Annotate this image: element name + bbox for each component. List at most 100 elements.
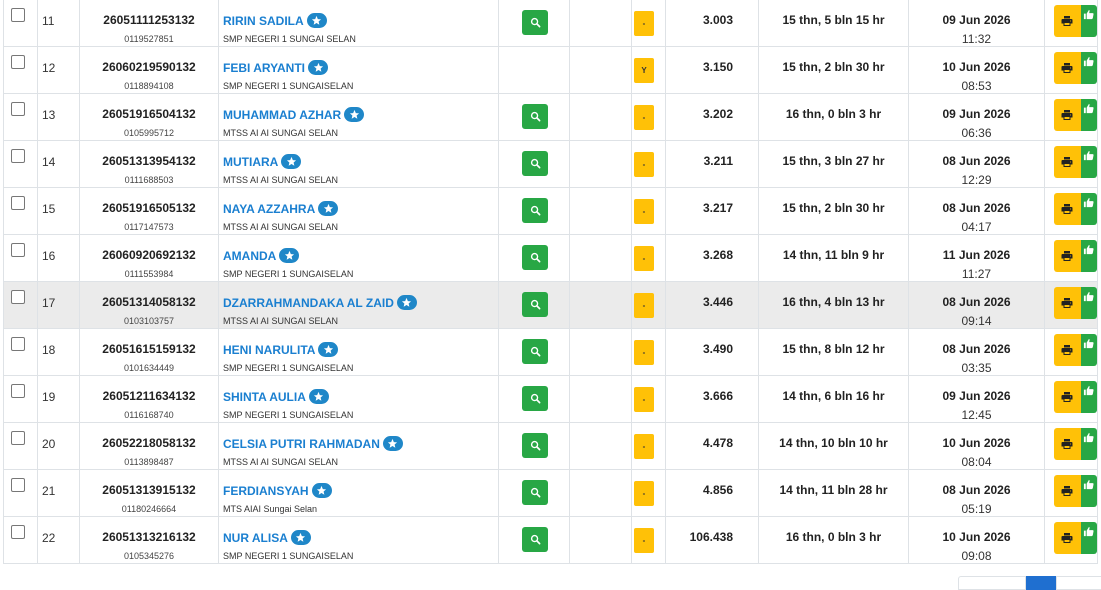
detail-button[interactable] xyxy=(522,292,548,317)
print-button[interactable] xyxy=(1054,334,1081,366)
approve-button[interactable] xyxy=(1080,428,1097,460)
row-checkbox[interactable] xyxy=(11,525,25,539)
row-checkbox[interactable] xyxy=(11,290,25,304)
approve-button[interactable] xyxy=(1080,287,1097,319)
thumbs-up-icon xyxy=(1084,9,1095,20)
name-cell: NAYA AZZAHRA MTSS AI AI SUNGAI SELAN xyxy=(218,187,499,235)
approve-button[interactable] xyxy=(1080,146,1097,178)
print-button[interactable] xyxy=(1054,193,1081,225)
approve-button[interactable] xyxy=(1080,5,1097,37)
registration-time: 06:36 xyxy=(961,126,992,140)
approve-button[interactable] xyxy=(1080,52,1097,84)
student-age: 15 thn, 2 bln 30 hr xyxy=(782,60,885,74)
date-cell: 11 Jun 2026 11:27 xyxy=(908,234,1045,282)
table-row: 13 26051916504132 0105995712 MUHAMMAD AZ… xyxy=(3,93,1098,141)
student-name-link[interactable]: MUTIARA xyxy=(223,155,278,169)
age-cell: 14 thn, 11 bln 28 hr xyxy=(758,469,909,517)
student-name-link[interactable]: DZARRAHMANDAKA AL ZAID xyxy=(223,296,394,310)
registration-number: 26051314058132 xyxy=(102,295,196,309)
student-name-link[interactable]: RIRIN SADILA xyxy=(223,14,304,28)
detail-button[interactable] xyxy=(522,198,548,223)
distance-score: 3.150 xyxy=(702,60,733,74)
row-checkbox[interactable] xyxy=(11,55,25,69)
detail-button[interactable] xyxy=(522,245,548,270)
thumbs-up-icon xyxy=(1084,432,1095,443)
row-checkbox[interactable] xyxy=(11,196,25,210)
student-nisn: 0117147573 xyxy=(124,222,174,232)
row-checkbox[interactable] xyxy=(11,337,25,351)
search-icon xyxy=(530,487,540,498)
nisn-cell: 26052218058132 0113898487 xyxy=(79,422,219,470)
status-badge: - xyxy=(634,199,654,224)
student-name-link[interactable]: HENI NARULITA xyxy=(223,343,315,357)
status-badge: - xyxy=(634,246,654,271)
registration-number: 26060219590132 xyxy=(102,60,196,74)
approve-button[interactable] xyxy=(1080,99,1097,131)
checkbox-cell xyxy=(3,469,38,517)
registration-number: 26052218058132 xyxy=(102,436,196,450)
detail-button[interactable] xyxy=(522,104,548,129)
approve-button[interactable] xyxy=(1080,381,1097,413)
print-button[interactable] xyxy=(1054,240,1081,272)
distance-score: 3.217 xyxy=(702,201,733,215)
print-button[interactable] xyxy=(1054,99,1081,131)
detail-button[interactable] xyxy=(522,10,548,35)
detail-cell xyxy=(498,516,570,564)
print-button[interactable] xyxy=(1054,428,1081,460)
checkbox-cell xyxy=(3,46,38,94)
student-age: 15 thn, 2 bln 30 hr xyxy=(782,201,885,215)
print-icon xyxy=(1061,157,1073,167)
student-nisn: 0105345276 xyxy=(123,551,175,561)
detail-button[interactable] xyxy=(522,480,548,505)
thumbs-up-icon xyxy=(1084,103,1095,114)
row-number: 22 xyxy=(42,531,56,545)
row-checkbox[interactable] xyxy=(11,8,25,22)
student-name-link[interactable]: FEBI ARYANTI xyxy=(223,61,305,75)
detail-button[interactable] xyxy=(522,151,548,176)
score-cell: 3.217 xyxy=(665,187,759,235)
approve-button[interactable] xyxy=(1080,522,1097,554)
approve-button[interactable] xyxy=(1080,475,1097,507)
school-name: SMP NEGERI 1 SUNGAISELAN xyxy=(223,363,354,373)
pagination-prev[interactable] xyxy=(958,576,1026,590)
student-name-link[interactable]: MUHAMMAD AZHAR xyxy=(223,108,341,122)
print-button[interactable] xyxy=(1054,5,1081,37)
print-button[interactable] xyxy=(1054,52,1081,84)
age-cell: 15 thn, 8 bln 12 hr xyxy=(758,328,909,376)
student-name-link[interactable]: FERDIANSYAH xyxy=(223,484,309,498)
pagination-current-page[interactable] xyxy=(1026,576,1056,590)
print-button[interactable] xyxy=(1054,287,1081,319)
print-icon xyxy=(1061,486,1073,496)
number-cell: 15 xyxy=(37,187,80,235)
row-checkbox[interactable] xyxy=(11,478,25,492)
student-name-link[interactable]: NUR ALISA xyxy=(223,531,288,545)
print-button[interactable] xyxy=(1054,146,1081,178)
date-cell: 09 Jun 2026 11:32 xyxy=(908,0,1045,47)
approve-button[interactable] xyxy=(1080,193,1097,225)
row-number: 21 xyxy=(42,484,56,498)
school-name: MTSS AI AI SUNGAI SELAN xyxy=(223,316,339,326)
row-checkbox[interactable] xyxy=(11,149,25,163)
approve-button[interactable] xyxy=(1080,334,1097,366)
row-checkbox[interactable] xyxy=(11,243,25,257)
print-button[interactable] xyxy=(1054,381,1081,413)
star-badge-icon xyxy=(318,201,339,216)
row-checkbox[interactable] xyxy=(11,431,25,445)
student-name-link[interactable]: CELSIA PUTRI RAHMADAN xyxy=(223,437,380,451)
detail-button[interactable] xyxy=(522,386,548,411)
pagination-next[interactable] xyxy=(1056,576,1101,590)
age-cell: 14 thn, 11 bln 9 hr xyxy=(758,234,909,282)
detail-button[interactable] xyxy=(522,339,548,364)
student-name-link[interactable]: SHINTA AULIA xyxy=(223,390,306,404)
student-name-link[interactable]: NAYA AZZAHRA xyxy=(223,202,315,216)
approve-button[interactable] xyxy=(1080,240,1097,272)
detail-button[interactable] xyxy=(522,433,548,458)
detail-button[interactable] xyxy=(522,527,548,552)
print-button[interactable] xyxy=(1054,522,1081,554)
table-row: 12 26060219590132 0118894108 FEBI ARYANT… xyxy=(3,46,1098,94)
row-checkbox[interactable] xyxy=(11,384,25,398)
status-badge: - xyxy=(634,105,654,130)
print-button[interactable] xyxy=(1054,475,1081,507)
row-checkbox[interactable] xyxy=(11,102,25,116)
student-name-link[interactable]: AMANDA xyxy=(223,249,276,263)
